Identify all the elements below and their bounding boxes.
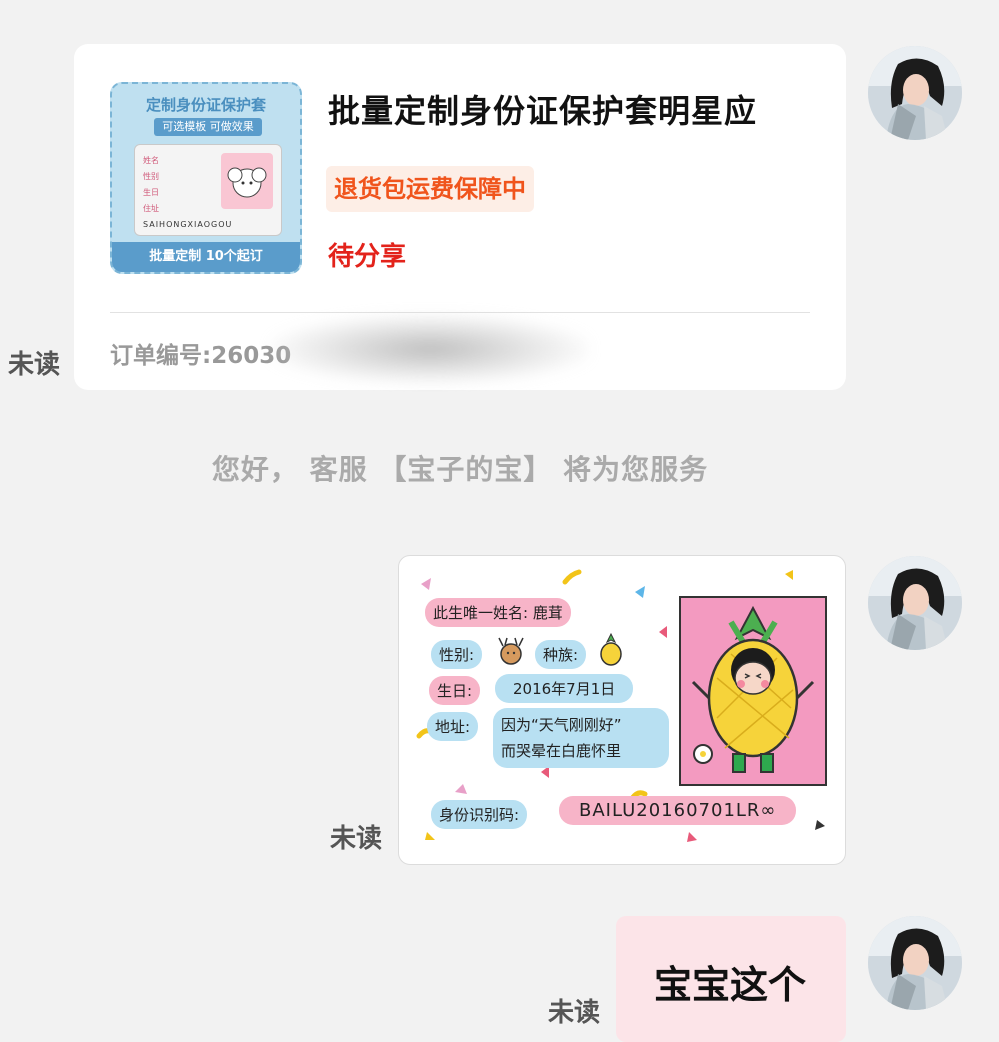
thumbnail-subtitle: 可选模板 可做效果 (154, 118, 262, 136)
deer-icon (498, 637, 524, 665)
species-label: 种族: (535, 640, 587, 669)
thumbnail-field: 性别 (143, 172, 159, 181)
thumbnail-field-list: 姓名 性别 生日 住址 (143, 153, 159, 217)
user-avatar-icon (868, 46, 962, 140)
address-label: 地址: (427, 712, 479, 741)
text-message-bubble[interactable]: 宝宝这个 (616, 916, 846, 1042)
thumbnail-portrait (221, 153, 273, 209)
pineapple-portrait (679, 596, 827, 786)
avatar[interactable] (868, 556, 962, 650)
text-message-content: 宝宝这个 (654, 963, 807, 1007)
birthday-value: 2016年7月1日 (495, 674, 634, 703)
pineapple-character-icon (691, 605, 815, 773)
thumbnail-code: SAIHONGXIAOGOU (143, 220, 233, 229)
share-status: 待分享 (328, 242, 407, 272)
id-code-value: BAILU20160701LR∞ (559, 796, 797, 825)
product-title[interactable]: 批量定制身份证保护套明星应 (328, 86, 757, 132)
avatar[interactable] (868, 46, 962, 140)
product-thumbnail[interactable]: 定制身份证保护套 可选模板 可做效果 姓名 性别 生日 住址 SAIHONGXI… (110, 82, 302, 274)
user-avatar-icon (868, 556, 962, 650)
unread-label: 未读 (8, 350, 61, 380)
thumbnail-id-card: 姓名 性别 生日 住址 SAIHONGXIAOGOU (134, 144, 282, 236)
address-line-1: 因为“天气刚刚好” (501, 716, 622, 734)
pineapple-small-icon (600, 632, 622, 666)
order-card[interactable]: 定制身份证保护套 可选模板 可做效果 姓名 性别 生日 住址 SAIHONGXI… (74, 44, 846, 390)
image-message[interactable]: 此生唯一姓名: 鹿茸 性别: 种族: 生日: 2016年7月1日 地址: 因为“… (398, 555, 846, 865)
dog-illustration-icon (227, 167, 267, 198)
id-code-label: 身份识别码: (431, 800, 528, 829)
thumbnail-field: 姓名 (143, 156, 159, 165)
return-shipping-badge: 退货包运费保障中 (326, 166, 534, 212)
chat-screen: 定制身份证保护套 可选模板 可做效果 姓名 性别 生日 住址 SAIHONGXI… (0, 0, 999, 1042)
unread-label: 未读 (548, 998, 601, 1028)
name-label-text: 此生唯一姓名: (433, 604, 529, 622)
address-line-2: 而哭晕在白鹿怀里 (501, 742, 622, 760)
user-avatar-icon (868, 916, 962, 1010)
birthday-label: 生日: (429, 676, 481, 705)
system-message: 您好， 客服 【宝子的宝】 将为您服务 (211, 453, 709, 486)
unread-label: 未读 (330, 824, 383, 854)
thumbnail-footer: 批量定制 10个起订 (112, 242, 300, 272)
redaction-blur (270, 314, 590, 384)
card-divider (110, 312, 810, 313)
order-number: 订单编号:26030 (110, 343, 292, 369)
name-label: 此生唯一姓名: 鹿茸 (425, 598, 571, 627)
thumbnail-field: 生日 (143, 188, 159, 197)
address-value: 因为“天气刚刚好” 而哭晕在白鹿怀里 (493, 708, 669, 768)
thumbnail-title: 定制身份证保护套 (145, 96, 266, 114)
avatar[interactable] (868, 916, 962, 1010)
gender-label: 性别: (431, 640, 483, 669)
thumbnail-field: 住址 (143, 204, 159, 213)
name-value: 鹿茸 (532, 604, 563, 622)
